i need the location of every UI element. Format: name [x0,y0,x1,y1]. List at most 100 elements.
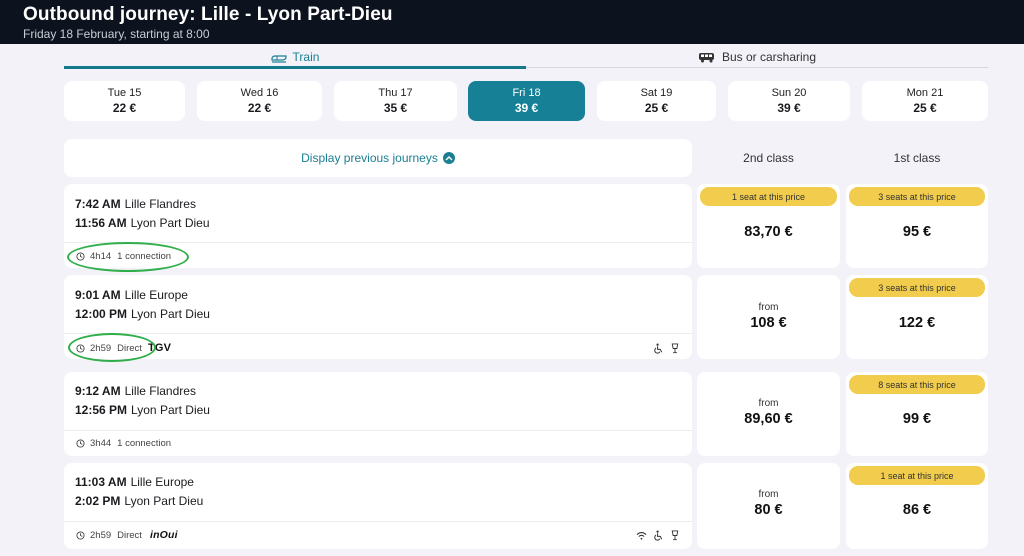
second-class-price-card[interactable]: from 80 € [697,463,840,549]
divider [64,333,692,334]
journey-card[interactable]: 9:01 AM Lille Europe 12:00 PM Lyon Part Di… [64,275,692,359]
display-previous-journeys-button[interactable]: Display previous journeys [64,139,692,177]
price-value: 99 € [902,411,932,427]
clock-icon [76,439,85,448]
journey-connections: 1 connection [117,438,172,449]
active-tab-indicator [64,66,526,69]
date-price: 25 € [644,101,669,115]
seats-badge: 1 seat at this price [849,466,985,485]
divider [64,430,692,431]
clock-icon [76,530,85,540]
divider [64,242,692,243]
date-label: Fri 18 [512,87,541,99]
wheelchair-icon [653,528,664,546]
date-price: 35 € [383,101,408,115]
divider [64,521,692,522]
arrival-time: 12:00 PM [75,307,128,321]
price-value: 122 € [898,315,936,331]
second-class-price-card[interactable]: 1 seat at this price 83,70 € [697,184,840,268]
price-value: 86 € [902,502,932,518]
second-class-price-card[interactable]: from 89,60 € [697,372,840,456]
first-class-price-card[interactable]: 1 seat at this price 86 € [846,463,988,549]
date-card-fri-18[interactable]: Fri 18 39 € [468,81,585,121]
journey-connections: Direct [117,529,142,541]
train-icon [270,51,287,63]
wheelchair-icon [653,341,664,359]
price-value: 108 € [750,315,787,331]
departure-station: Lille Flandres [124,197,196,211]
arrival-station: Lyon Part Dieu [131,403,210,417]
train-brand-logo: inOui [149,529,178,541]
departure-row: 11:03 AM Lille Europe [75,475,194,489]
date-card-sun-20[interactable]: Sun 20 39 € [728,81,850,121]
price-value: 95 € [902,224,932,240]
seats-badge: 8 seats at this price [849,375,985,394]
highlight-annotation [68,333,156,362]
arrival-station: Lyon Part Dieu [131,307,210,321]
date-label: Sat 19 [640,87,673,99]
journey-details: 3h44 1 connection [76,438,171,449]
departure-time: 9:12 AM [75,384,121,398]
journey-details: 2h59 Direct inOui [76,529,178,541]
date-price: 22 € [112,101,137,115]
departure-station: Lille Europe [124,288,188,302]
page-subtitle: Friday 18 February, starting at 8:00 [23,27,210,41]
date-price: 25 € [913,101,937,115]
departure-row: 9:01 AM Lille Europe [75,288,188,302]
wifi-icon [636,528,647,546]
first-class-price-card[interactable]: 3 seats at this price 122 € [846,275,988,359]
departure-station: Lille Flandres [124,384,196,398]
amenities [653,341,680,359]
departure-row: 7:42 AM Lille Flandres [75,197,196,211]
date-price: 39 € [514,101,539,115]
second-class-header: 2nd class [743,151,794,165]
departure-time: 9:01 AM [75,288,121,302]
bar-car-icon [670,528,680,546]
journey-card[interactable]: 9:12 AM Lille Flandres 12:56 PM Lyon Part … [64,372,692,456]
chevron-up-icon [442,152,455,164]
departure-station: Lille Europe [130,475,194,489]
date-price: 22 € [247,101,272,115]
previous-journeys-label: Display previous journeys [301,151,438,165]
arrival-station: Lyon Part Dieu [130,216,210,230]
second-class-price-card[interactable]: from 108 € [697,275,840,359]
date-card-sat-19[interactable]: Sat 19 25 € [597,81,716,121]
amenities [636,528,680,546]
date-label: Tue 15 [107,87,142,99]
date-label: Thu 17 [378,87,413,99]
date-label: Mon 21 [906,87,944,99]
journey-duration: 2h59 [90,529,112,541]
departure-row: 9:12 AM Lille Flandres [75,384,196,398]
tab-divider [526,67,988,68]
first-class-price-card[interactable]: 8 seats at this price 99 € [846,372,988,456]
arrival-station: Lyon Part Dieu [124,494,204,508]
departure-time: 7:42 AM [75,197,121,211]
arrival-row: 2:02 PM Lyon Part Dieu [75,494,203,508]
arrival-time: 12:56 PM [75,403,128,417]
journey-card[interactable]: 11:03 AM Lille Europe 2:02 PM Lyon Part Di… [64,463,692,549]
tab-train-label: Train [292,50,320,64]
bar-car-icon [670,341,680,359]
date-card-wed-16[interactable]: Wed 16 22 € [197,81,322,121]
journey-duration: 3h44 [90,438,112,449]
arrival-row: 11:56 AM Lyon Part Dieu [75,216,210,230]
date-card-thu-17[interactable]: Thu 17 35 € [334,81,457,121]
date-card-mon-21[interactable]: Mon 21 25 € [862,81,988,121]
price-value: 80 € [754,502,783,518]
price-value: 83,70 € [744,224,793,240]
price-value: 89,60 € [744,411,793,427]
seats-badge: 3 seats at this price [849,278,985,297]
date-card-tue-15[interactable]: Tue 15 22 € [64,81,185,121]
date-label: Sun 20 [771,87,807,99]
from-label: from [758,489,779,500]
first-class-price-card[interactable]: 3 seats at this price 95 € [846,184,988,268]
first-class-header: 1st class [893,151,941,165]
from-label: from [758,302,779,313]
highlight-annotation [67,242,189,272]
seats-badge: 3 seats at this price [849,187,985,206]
seats-badge: 1 seat at this price [700,187,837,206]
bus-icon [698,51,716,63]
departure-time: 11:03 AM [75,475,127,489]
arrival-row: 12:56 PM Lyon Part Dieu [75,403,210,417]
date-label: Wed 16 [240,87,279,99]
